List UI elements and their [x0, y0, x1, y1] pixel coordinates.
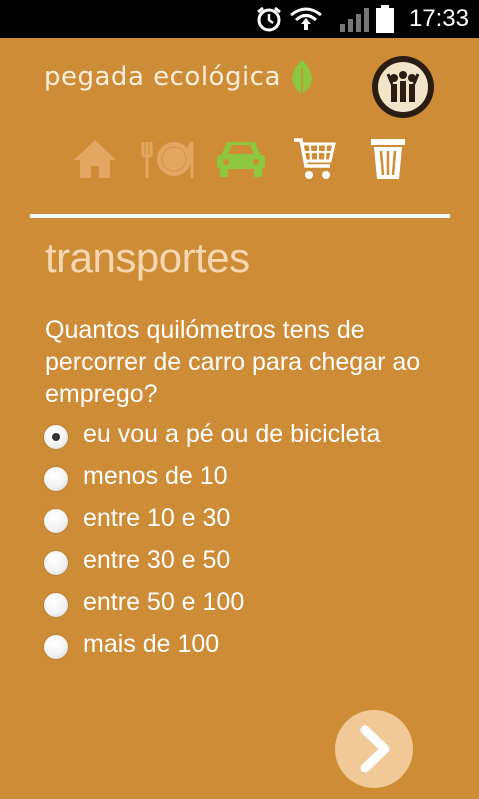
section-title: transportes	[45, 234, 250, 281]
status-time: 17:33	[408, 5, 469, 32]
app-logo-text: pegada ecológica	[44, 62, 281, 92]
option-label[interactable]: entre 30 e 50	[83, 546, 230, 575]
leaf-icon	[292, 60, 312, 94]
option-label[interactable]: entre 50 e 100	[83, 588, 244, 617]
option-entre-10-e-30[interactable]: entre 10 e 30	[44, 504, 444, 546]
house-icon[interactable]	[72, 136, 118, 182]
signal-icon	[340, 8, 369, 32]
plate-cutlery-icon[interactable]	[140, 136, 196, 182]
question-text: Quantos quilómetros tens de percorrer de…	[45, 316, 421, 408]
next-button[interactable]	[335, 710, 413, 788]
alarm-icon	[257, 6, 281, 32]
status-bar: 17:33	[0, 0, 479, 38]
app-screen: pegada ecológica transportes Quantos qui…	[0, 38, 479, 799]
option-mais-de-100[interactable]: mais de 100	[44, 630, 444, 672]
header-divider	[30, 214, 450, 218]
profile-avatar[interactable]	[372, 56, 434, 118]
radio-button[interactable]	[44, 467, 68, 491]
option-label[interactable]: entre 10 e 30	[83, 504, 230, 533]
radio-button[interactable]	[44, 593, 68, 617]
option-label[interactable]: mais de 100	[83, 630, 219, 659]
cart-icon[interactable]	[292, 136, 338, 182]
wifi-icon	[290, 7, 322, 30]
radio-button[interactable]	[44, 509, 68, 533]
people-avatar-icon	[378, 62, 428, 112]
option-entre-50-e-100[interactable]: entre 50 e 100	[44, 588, 444, 630]
battery-icon	[376, 5, 394, 33]
answer-options: eu vou a pé ou de bicicleta menos de 10 …	[44, 420, 444, 672]
radio-button[interactable]	[44, 635, 68, 659]
chevron-right-icon	[360, 725, 390, 773]
option-label[interactable]: eu vou a pé ou de bicicleta	[83, 420, 380, 449]
radio-button[interactable]	[44, 551, 68, 575]
option-entre-30-e-50[interactable]: entre 30 e 50	[44, 546, 444, 588]
car-icon[interactable]	[215, 136, 267, 182]
trash-icon[interactable]	[368, 136, 408, 182]
option-label[interactable]: menos de 10	[83, 462, 228, 491]
option-menos-de-10[interactable]: menos de 10	[44, 462, 444, 504]
option-a-pe-ou-bicicleta[interactable]: eu vou a pé ou de bicicleta	[44, 420, 444, 462]
radio-button-selected[interactable]	[44, 425, 68, 449]
